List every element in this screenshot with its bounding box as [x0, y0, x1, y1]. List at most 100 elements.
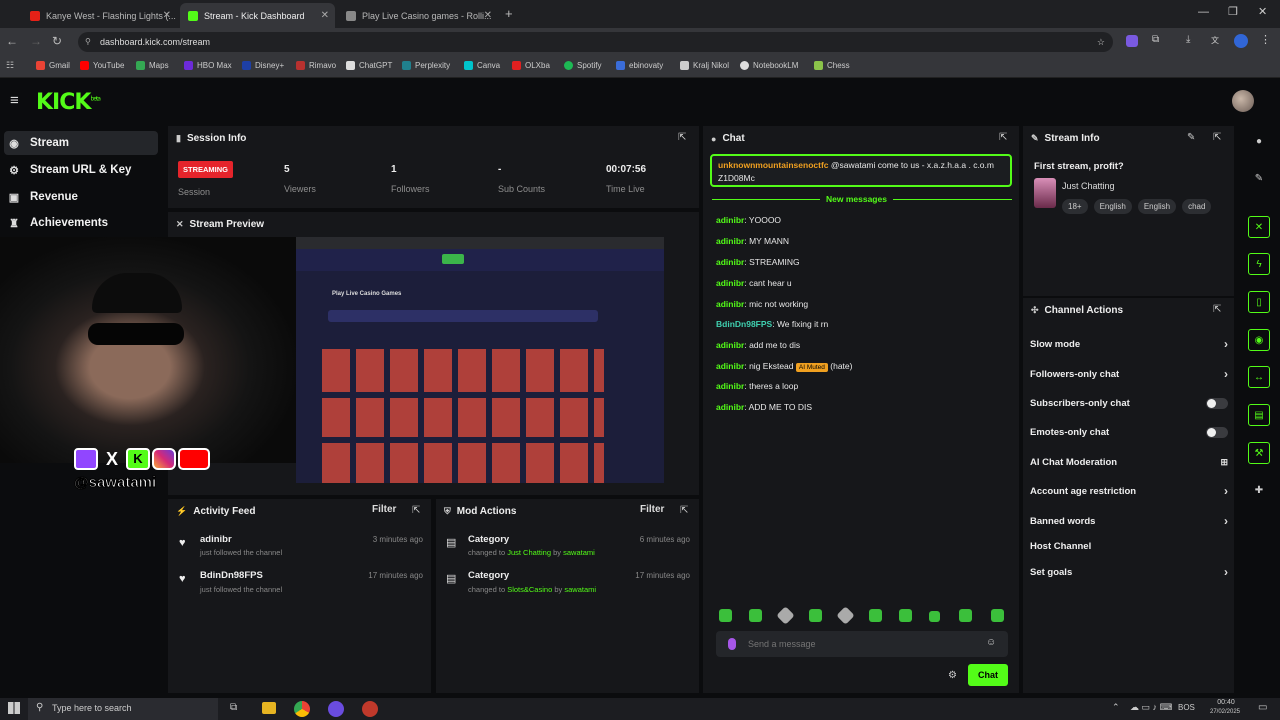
taskbar-search-box[interactable]: ⚲ Type here to search [28, 698, 218, 720]
chat-input-box[interactable]: ☺ [716, 631, 1008, 657]
close-tab-icon[interactable]: ✕ [484, 10, 492, 21]
sidebar-item-stream[interactable]: ◉ Stream [4, 131, 158, 155]
bookmark-item[interactable]: Perplexity [402, 61, 450, 70]
add-widget-icon[interactable]: ✚ [1248, 479, 1270, 501]
chrome-icon[interactable] [294, 701, 310, 717]
tray-icons[interactable]: ☁ ▭ ♪ ⌨ [1130, 702, 1173, 713]
close-window-icon[interactable]: ✕ [1258, 5, 1267, 18]
kick-logo[interactable]: KICKbeta [36, 90, 101, 115]
action-ai-chat-moderation[interactable]: AI Chat Moderation ⊞ [1030, 454, 1228, 470]
bookmark-item[interactable]: YouTube [80, 61, 124, 70]
new-tab-icon[interactable]: + [505, 6, 513, 21]
sidebar-item-achievements[interactable]: ♜ Achievements [4, 211, 158, 235]
edit-icon[interactable]: ✎ [1248, 167, 1270, 189]
chat-bubble-icon[interactable]: ◉ [1248, 329, 1270, 351]
chat-username[interactable]: adinibr [716, 340, 744, 350]
chat-username[interactable]: adinibr [716, 236, 744, 246]
chat-username[interactable]: adinibr [716, 402, 744, 412]
popout-icon[interactable]: ⇱ [678, 132, 686, 143]
chat-settings-icon[interactable]: ⚙ [948, 670, 957, 681]
chat-username[interactable]: adinibr [716, 361, 744, 371]
notification-icon[interactable]: ▭ [1258, 702, 1267, 713]
help-icon[interactable]: ● [1248, 130, 1270, 152]
close-preview-icon[interactable]: ✕ [176, 219, 184, 230]
popout-icon[interactable]: ⇱ [1213, 132, 1221, 143]
sidebar-item-revenue[interactable]: ▣ Revenue [4, 185, 158, 209]
emotes-only-toggle[interactable] [1206, 426, 1228, 438]
action-slow-mode[interactable]: Slow mode › [1030, 336, 1228, 352]
mod-filter-button[interactable]: Filter [640, 504, 664, 515]
browser-tab-youtube[interactable]: Kanye West - Flashing Lights (... ✕ [22, 3, 177, 28]
emoji-picker-icon[interactable]: ☺ [986, 637, 996, 648]
emote-icon[interactable] [809, 609, 822, 622]
maximize-icon[interactable]: ❐ [1228, 5, 1238, 18]
chat-username[interactable]: adinibr [716, 215, 744, 225]
bookmark-item[interactable]: Canva [464, 61, 500, 70]
activity-username[interactable]: BdinDn98FPS [200, 570, 263, 581]
chat-username[interactable]: adinibr [716, 299, 744, 309]
action-set-goals[interactable]: Set goals › [1030, 564, 1228, 580]
emote-icon[interactable] [719, 609, 732, 622]
clock-date[interactable]: 27/02/2025 [1200, 709, 1250, 715]
category-thumbnail[interactable] [1034, 178, 1056, 208]
reload-icon[interactable]: ↻ [52, 34, 62, 48]
close-tab-icon[interactable]: ✕ [321, 10, 329, 21]
bookmark-item[interactable]: OLXba [512, 61, 550, 70]
emote-icon[interactable] [959, 609, 972, 622]
profile-avatar-icon[interactable] [1234, 34, 1248, 48]
bookmark-item[interactable]: Gmail [36, 61, 70, 70]
bolt-icon[interactable]: ϟ [1248, 253, 1270, 275]
subscribers-only-toggle[interactable] [1206, 397, 1228, 409]
bookmark-item[interactable]: Chess [814, 61, 850, 70]
action-account-age-restriction[interactable]: Account age restriction › [1030, 483, 1228, 499]
extension-icon[interactable] [1126, 35, 1138, 47]
user-avatar[interactable] [1232, 90, 1254, 112]
new-messages-label[interactable]: New messages [820, 194, 893, 204]
wrench-icon[interactable]: ⚒ [1248, 442, 1270, 464]
edit-pencil-icon[interactable]: ✎ [1187, 132, 1195, 143]
minimize-icon[interactable]: — [1198, 6, 1209, 18]
bookmark-item[interactable]: Kralj Nikol [680, 61, 729, 70]
close-tab-icon[interactable]: ✕ [163, 10, 171, 21]
bookmark-item[interactable]: Spotify [564, 61, 601, 70]
mod-detail-target[interactable]: Slots&Casino [507, 585, 552, 594]
stream-preview-video[interactable]: Play Live Casino Games [296, 237, 664, 493]
pinned-username[interactable]: unknownmountainsenoctfc [718, 160, 829, 170]
obs-icon[interactable] [362, 701, 378, 717]
forward-icon[interactable]: → [30, 34, 42, 48]
document-icon[interactable]: ▯ [1248, 291, 1270, 313]
emote-icon[interactable] [991, 609, 1004, 622]
chat-send-button[interactable]: Chat [968, 664, 1008, 686]
popout-icon[interactable]: ⇱ [412, 505, 420, 516]
mod-detail-target[interactable]: Just Chatting [507, 548, 551, 557]
extensions-puzzle-icon[interactable]: ⧉ [1152, 34, 1159, 45]
chat-message-input[interactable] [748, 635, 978, 653]
emote-icon[interactable] [749, 609, 762, 622]
activity-filter-button[interactable]: Filter [372, 504, 396, 515]
ai-muted-badge[interactable]: AI Muted [795, 363, 828, 372]
emote-icon[interactable] [899, 609, 912, 622]
popout-icon[interactable]: ⇱ [1213, 304, 1221, 315]
popout-icon[interactable]: ⇱ [680, 505, 688, 516]
pinned-message[interactable]: unknownmountainsenoctfc @sawatami come t… [710, 154, 1012, 187]
activity-username[interactable]: adinibr [200, 534, 232, 545]
chat-username[interactable]: adinibr [716, 257, 744, 267]
sidebar-item-stream-url-key[interactable]: ⚙ Stream URL & Key [4, 158, 158, 182]
resize-arrows-icon[interactable]: ↔ [1248, 366, 1270, 388]
browser-menu-icon[interactable]: ⋮ [1260, 33, 1271, 46]
bookmark-item[interactable]: Maps [136, 61, 169, 70]
bookmark-star-icon[interactable]: ☆ [1097, 32, 1105, 52]
mod-detail-user[interactable]: sawatami [564, 585, 596, 594]
bookmark-item[interactable]: ChatGPT [346, 61, 392, 70]
bookmark-item[interactable]: Disney+ [242, 61, 284, 70]
clock-time[interactable]: 00:40 [1206, 699, 1246, 706]
task-view-icon[interactable]: ⧉ [230, 702, 237, 713]
language-indicator[interactable]: BOS [1178, 703, 1195, 712]
browser-tab-casino[interactable]: Play Live Casino games - Rolli... ✕ [338, 3, 498, 28]
bookmark-item[interactable]: HBO Max [184, 61, 232, 70]
apps-grid-icon[interactable]: ☷ [6, 60, 14, 71]
mod-detail-user[interactable]: sawatami [563, 548, 595, 557]
hamburger-menu-icon[interactable]: ≡ [10, 92, 19, 109]
emote-icon[interactable] [929, 611, 940, 622]
action-host-channel[interactable]: Host Channel [1030, 538, 1228, 554]
